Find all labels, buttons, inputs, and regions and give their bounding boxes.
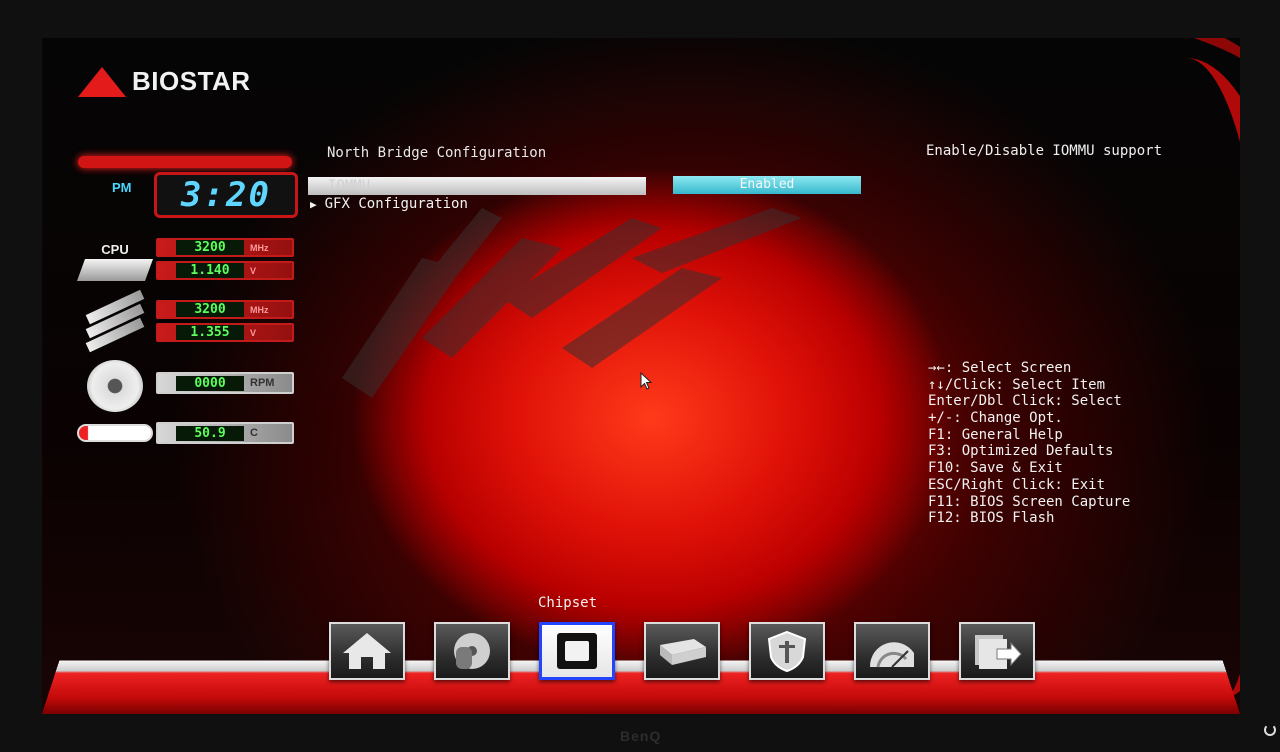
fan-icon: [87, 360, 143, 412]
mouse-cursor-icon: [640, 372, 653, 390]
key-help-item: →←: Select Screen: [928, 360, 1072, 376]
tab-security[interactable]: [749, 622, 825, 680]
fan-speed-readout: 0000 RPM: [156, 372, 294, 394]
tab-advanced[interactable]: [434, 622, 510, 680]
overclock-gauge-icon: [869, 642, 914, 668]
home-icon: [343, 633, 391, 669]
tab-chipset[interactable]: [539, 622, 615, 680]
cpu-icon-group: CPU: [76, 242, 154, 281]
key-help-item: F1: General Help: [928, 426, 1063, 443]
brand-name: BIOSTAR: [132, 66, 251, 96]
biostar-logo: BIOSTAR: [78, 66, 251, 97]
page-title: North Bridge Configuration: [327, 145, 547, 161]
key-help-item: F12: BIOS Flash: [928, 510, 1055, 527]
cpu-voltage-readout: 1.140 V: [156, 261, 294, 280]
tab-main[interactable]: [329, 622, 405, 680]
key-help-item: ESC/Right Click: Exit: [928, 476, 1106, 493]
active-tab-label: Chipset: [538, 595, 598, 611]
clock-display: 3:20: [154, 172, 298, 218]
key-help-item: ↑↓/Click: Select Item: [928, 376, 1106, 393]
key-help-list: →←: Select Screen ↑↓/Click: Select Item …: [928, 360, 1130, 527]
cpu-label: CPU: [101, 242, 129, 257]
temperature-readout: 50.9 C: [156, 422, 294, 444]
main-tabs: [329, 622, 1035, 680]
tab-save-exit[interactable]: [959, 622, 1035, 680]
menu-item-gfx-configuration[interactable]: ▶ GFX Configuration: [308, 195, 468, 213]
clock-period: PM: [112, 180, 132, 195]
clock-accent-bar: [78, 156, 292, 168]
iommu-value-select[interactable]: Enabled: [673, 176, 861, 194]
menu-item-iommu-label: IOMMU: [328, 178, 371, 194]
help-description: Enable/Disable IOMMU support: [926, 143, 1163, 159]
cpu-voltage-unit: V: [250, 265, 257, 276]
memory-frequency-readout: 3200 MHz: [156, 300, 294, 319]
thermometer-icon: [77, 424, 153, 442]
menu-item-iommu[interactable]: IOMMU: [308, 177, 646, 195]
key-help-item: F11: BIOS Screen Capture: [928, 493, 1131, 510]
cpu-voltage-value: 1.140: [176, 263, 244, 278]
key-help-item: F3: Optimized Defaults: [928, 443, 1114, 460]
cpu-frequency-unit: MHz: [250, 242, 269, 253]
key-help-item: +/-: Change Opt.: [928, 410, 1063, 427]
tab-overclock[interactable]: [854, 622, 930, 680]
cpu-chip-icon: [76, 259, 154, 281]
memory-voltage-readout: 1.355 V: [156, 323, 294, 342]
power-icon[interactable]: [1264, 724, 1276, 736]
memory-icon-group: [78, 289, 152, 353]
memory-frequency-unit: MHz: [250, 304, 269, 315]
chipset-icon: [557, 633, 597, 669]
submenu-arrow-icon: ▶: [310, 197, 317, 211]
memory-voltage-value: 1.355: [176, 325, 244, 340]
cpu-frequency-readout: 3200 MHz: [156, 238, 294, 257]
memory-frequency-value: 3200: [176, 302, 244, 317]
temperature-icon-group: [77, 424, 153, 442]
fan-icon-group: [78, 360, 152, 412]
key-help-item: F10: Save & Exit: [928, 460, 1063, 477]
menu-item-gfx-label: GFX Configuration: [324, 196, 468, 212]
cpu-frequency-value: 3200: [176, 240, 244, 255]
save-exit-icon: [975, 635, 1022, 669]
temperature-value: 50.9: [176, 425, 244, 441]
temperature-unit: C: [250, 427, 258, 439]
monitor-bezel: BIOSTAR PM 3:20 CPU 3200 MHz 1.140 V 320…: [0, 0, 1280, 752]
biostar-logo-icon: [78, 66, 126, 97]
security-shield-icon: [767, 630, 807, 673]
fan-speed-unit: RPM: [250, 377, 275, 389]
boot-drive-icon: [660, 639, 706, 665]
monitor-brand-logo: BenQ: [620, 728, 662, 744]
clock-time: 3:20: [181, 175, 271, 215]
key-help-item: Enter/Dbl Click: Select: [928, 393, 1122, 410]
memory-voltage-unit: V: [250, 327, 257, 338]
fan-speed-value: 0000: [176, 375, 244, 391]
tab-boot[interactable]: [644, 622, 720, 680]
advanced-disc-icon: [454, 633, 490, 669]
bios-screen: BIOSTAR PM 3:20 CPU 3200 MHz 1.140 V 320…: [42, 38, 1240, 714]
